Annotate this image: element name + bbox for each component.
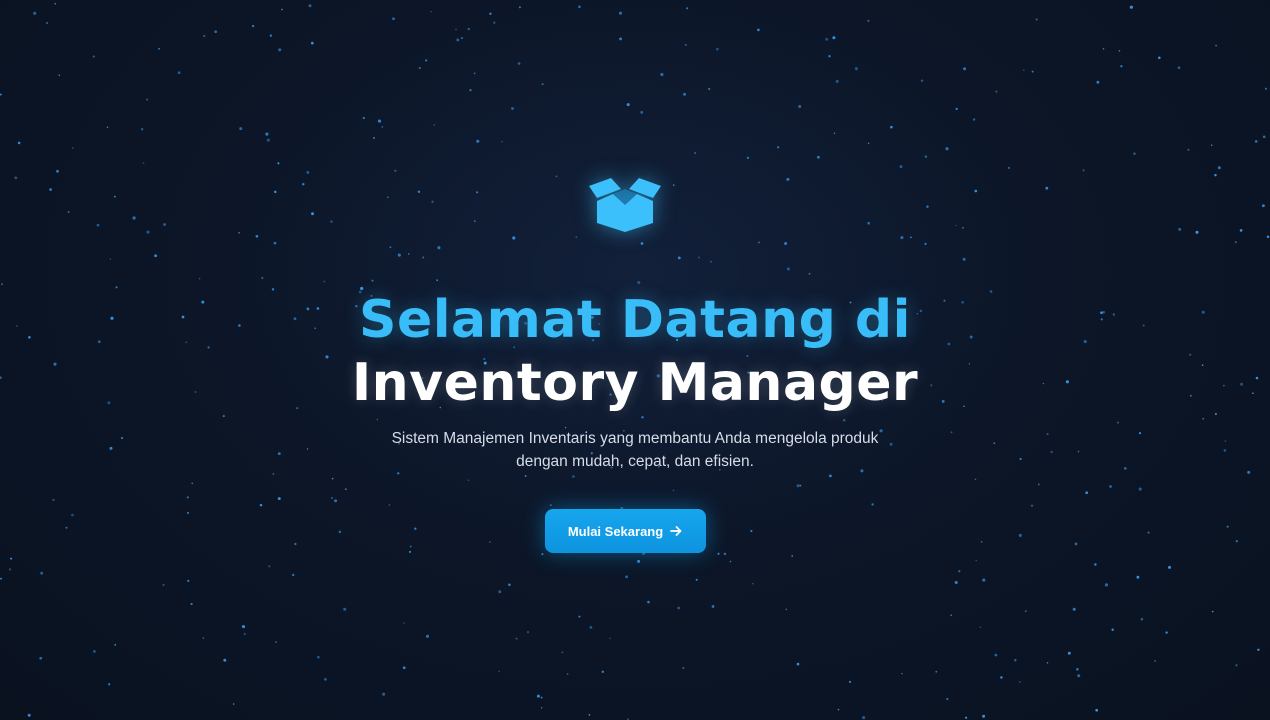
hero-section: Selamat Datang di Inventory Manager Sist…: [0, 0, 1270, 720]
hero-subtitle: Sistem Manajemen Inventaris yang membant…: [335, 427, 935, 473]
hero-title-line1: Selamat Datang di: [359, 290, 911, 350]
hero-subtitle-line2: dengan mudah, cepat, dan efisien.: [516, 453, 754, 470]
get-started-label: Mulai Sekarang: [567, 523, 664, 539]
arrow-right-icon: [670, 526, 682, 536]
get-started-button[interactable]: Mulai Sekarang: [545, 509, 706, 553]
hero-subtitle-line1: Sistem Manajemen Inventaris yang membant…: [391, 430, 879, 447]
hero-title-line2: Inventory Manager: [351, 353, 919, 413]
open-box-icon: [589, 178, 661, 232]
